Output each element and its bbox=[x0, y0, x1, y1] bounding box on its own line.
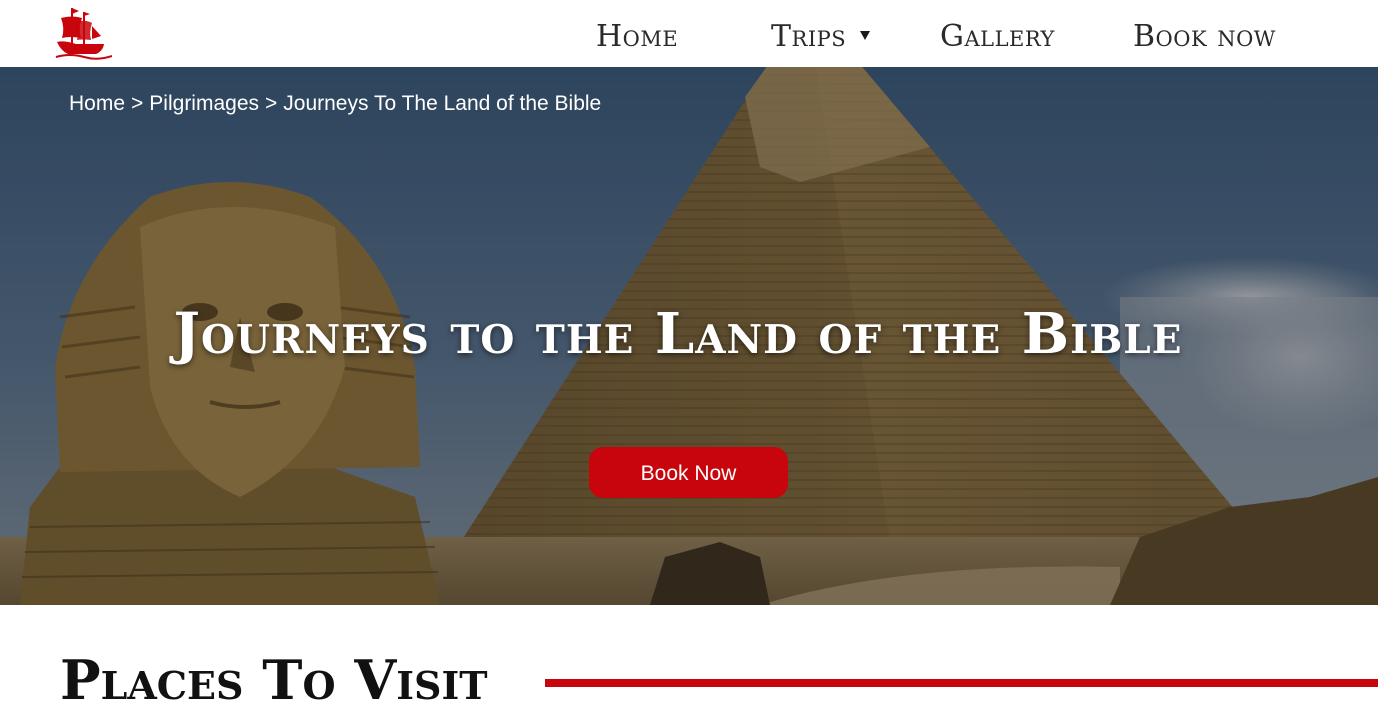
nav-book-now[interactable]: Book now bbox=[1133, 18, 1276, 56]
site-header: Home Trips Gallery Book now bbox=[0, 0, 1378, 67]
nav-home-label: Home bbox=[596, 19, 679, 54]
nav-trips[interactable]: Trips bbox=[771, 18, 871, 56]
breadcrumb-home[interactable]: Home bbox=[69, 92, 125, 115]
breadcrumb: Home > Pilgrimages > Journeys To The Land of… bbox=[69, 92, 601, 116]
hero-title: Journeys to the Land of the Bible bbox=[173, 301, 1183, 367]
main-nav: Home Trips Gallery Book now bbox=[0, 0, 1378, 67]
breadcrumb-current: Journeys To The Land of the Bible bbox=[283, 92, 602, 115]
breadcrumb-separator: > bbox=[131, 92, 144, 115]
places-to-visit-heading: Places To Visit bbox=[60, 648, 488, 712]
nav-home[interactable]: Home bbox=[596, 18, 678, 56]
section-divider bbox=[545, 679, 1378, 687]
nav-gallery-label: Gallery bbox=[940, 19, 1055, 54]
hero-banner: Home > Pilgrimages > Journeys To The Land of… bbox=[0, 67, 1378, 605]
breadcrumb-pilgrimages[interactable]: Pilgrimages bbox=[149, 92, 259, 115]
nav-gallery[interactable]: Gallery bbox=[940, 18, 1055, 56]
nav-trips-label: Trips bbox=[771, 19, 847, 54]
breadcrumb-separator: > bbox=[265, 92, 278, 115]
hero-book-now-button[interactable]: Book Now bbox=[589, 447, 788, 498]
caret-down-icon[interactable] bbox=[860, 30, 871, 40]
nav-book-now-label: Book now bbox=[1133, 19, 1276, 54]
